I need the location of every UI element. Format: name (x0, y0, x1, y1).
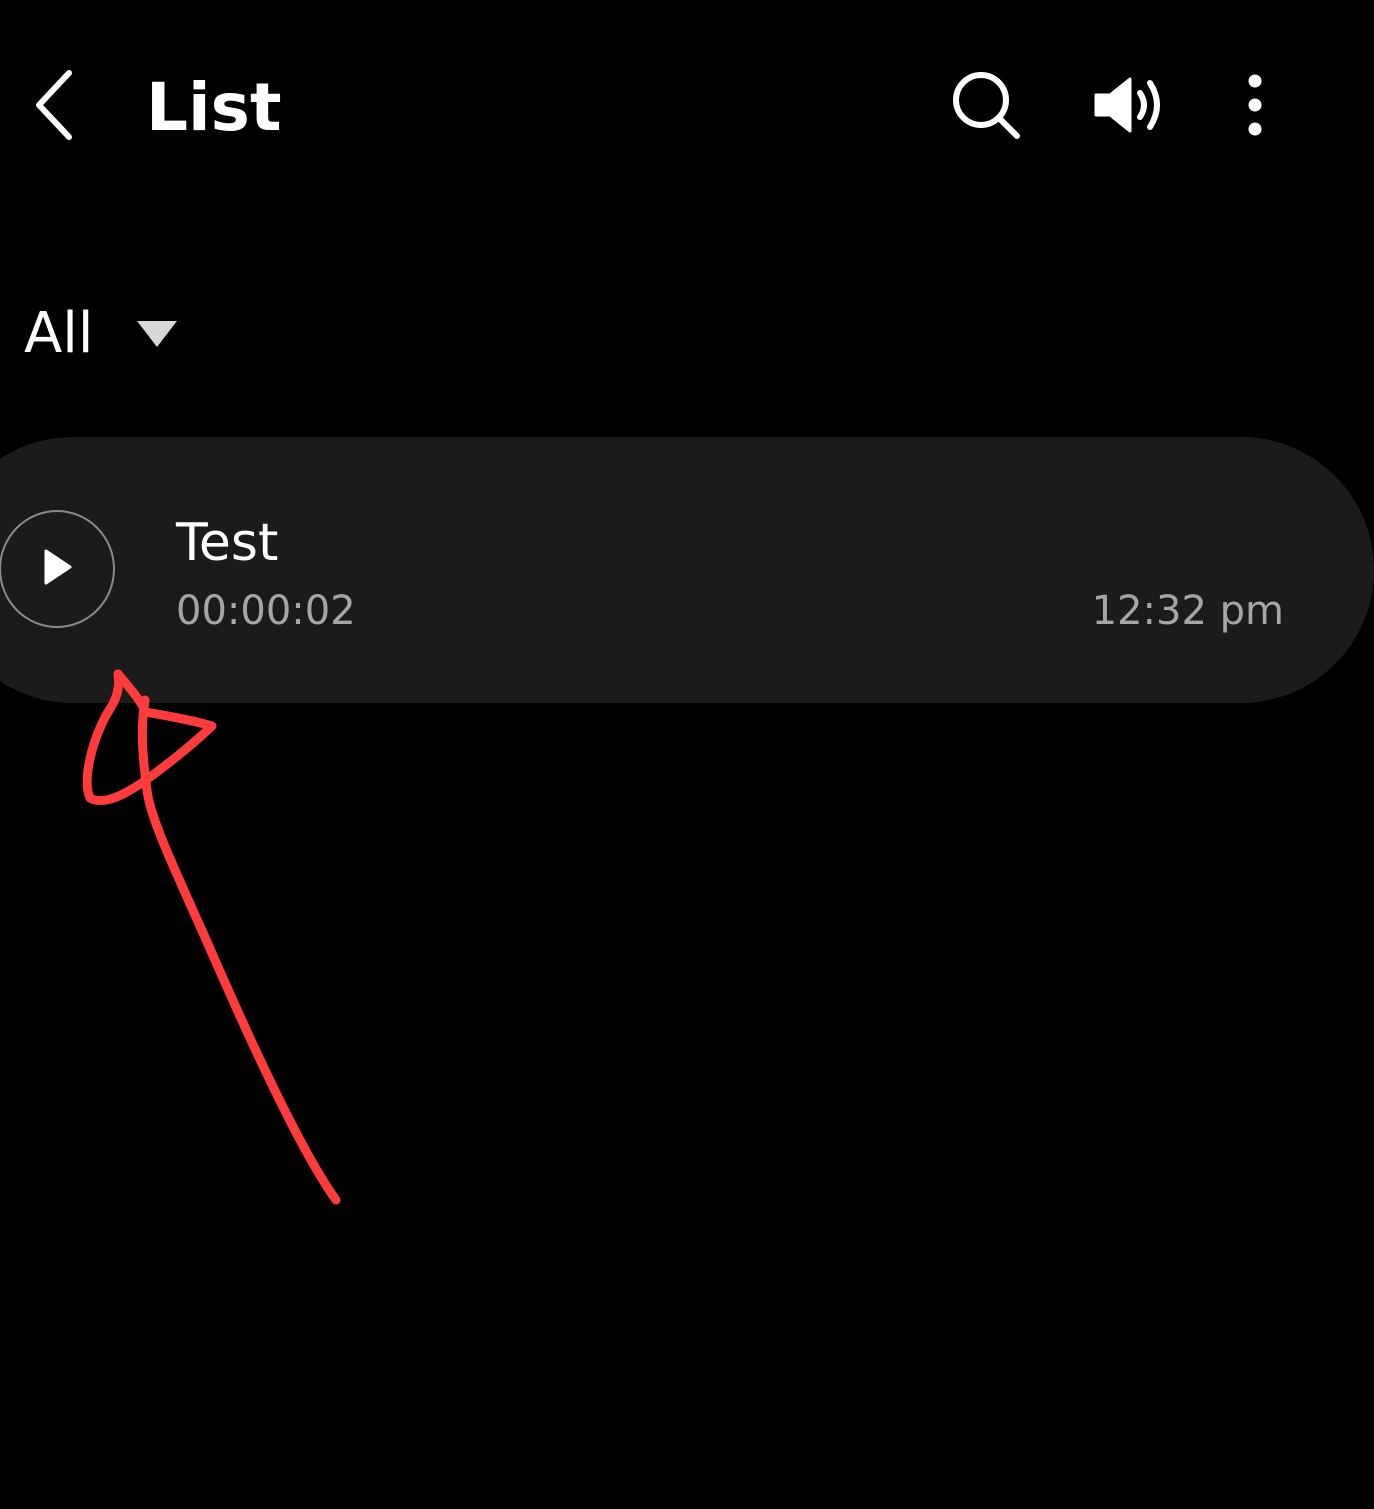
recording-title: Test (176, 513, 279, 573)
page-title: List (146, 69, 282, 146)
more-vertical-icon (1245, 73, 1265, 141)
triangle-down-icon (135, 318, 179, 350)
speaker-icon (1092, 73, 1166, 141)
play-button[interactable] (0, 510, 115, 628)
hand-drawn-arrow-annotation (82, 669, 341, 1205)
app-bar: List (0, 0, 1374, 215)
filter-dropdown[interactable]: All (24, 296, 179, 372)
search-icon (951, 70, 1021, 144)
chevron-left-icon (33, 67, 77, 147)
filter-selected-label: All (24, 301, 94, 366)
recording-duration: 00:00:02 (176, 588, 356, 634)
play-icon (40, 547, 74, 591)
back-button[interactable] (20, 62, 90, 152)
search-button[interactable] (941, 62, 1031, 152)
speaker-button[interactable] (1084, 62, 1174, 152)
recording-time: 12:32 pm (1091, 588, 1284, 634)
more-options-button[interactable] (1210, 62, 1300, 152)
